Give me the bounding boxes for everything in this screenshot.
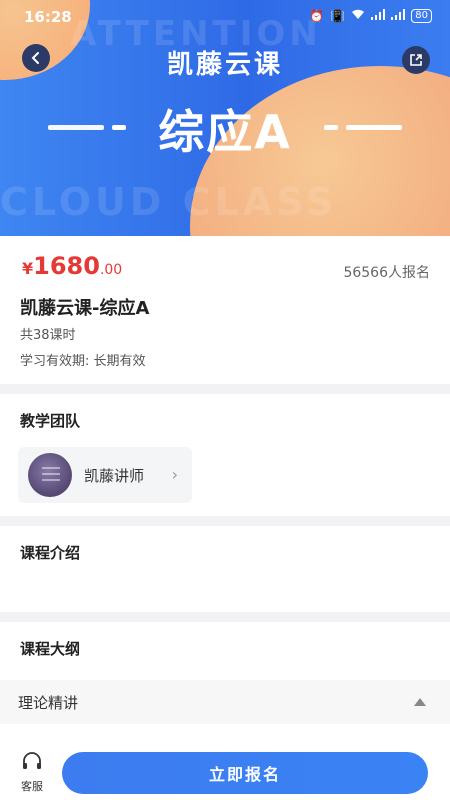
- customer-service-label: 客服: [21, 780, 43, 793]
- price-decimal: .00: [99, 262, 123, 278]
- signal-icon: [371, 9, 386, 23]
- alarm-icon: ⏰: [309, 9, 325, 23]
- teacher-card[interactable]: 凯藤讲师 ›: [18, 447, 192, 503]
- banner-watermark-bottom: CLOUD CLASS: [0, 180, 338, 224]
- team-section-title: 教学团队: [20, 412, 81, 430]
- course-price: ¥1680.00: [22, 252, 122, 280]
- customer-service-button[interactable]: 客服: [12, 752, 52, 794]
- battery-icon: 80: [411, 9, 432, 23]
- wifi-icon: [351, 9, 365, 23]
- price-currency: ¥: [22, 259, 34, 278]
- collapse-icon: [414, 698, 426, 706]
- divider: [0, 612, 450, 622]
- bottom-action-bar: 客服 立即报名: [0, 742, 450, 800]
- teacher-avatar: [28, 453, 72, 497]
- signal-icon-2: [391, 9, 406, 23]
- outline-item[interactable]: 理论精讲: [0, 680, 450, 724]
- enroll-button[interactable]: 立即报名: [62, 752, 428, 794]
- banner-title: 综应A: [158, 105, 292, 159]
- status-time: 16:28: [24, 8, 72, 26]
- divider: [0, 384, 450, 394]
- course-title: 凯藤云课-综应A: [20, 298, 150, 319]
- headset-icon: [23, 752, 41, 769]
- banner-brand: 凯藤云课: [166, 50, 283, 80]
- course-banner: ATTENTION CLOUD CLASS 16:28 ⏰ 📳 80 凯藤云课 …: [0, 0, 450, 236]
- status-bar: 16:28 ⏰ 📳 80: [0, 0, 450, 32]
- chevron-right-icon: ›: [171, 465, 178, 484]
- outline-section-title: 课程大纲: [20, 640, 81, 658]
- teacher-name: 凯藤讲师: [84, 466, 145, 485]
- enrolled-count: 56566人报名: [343, 265, 430, 281]
- validity-period: 学习有效期: 长期有效: [20, 354, 146, 369]
- outline-item-label: 理论精讲: [18, 694, 79, 712]
- lesson-count: 共38课时: [20, 328, 76, 343]
- intro-section-title: 课程介绍: [20, 544, 81, 562]
- divider: [0, 516, 450, 526]
- price-integer: 1680: [33, 252, 100, 280]
- vibrate-icon: 📳: [330, 9, 346, 23]
